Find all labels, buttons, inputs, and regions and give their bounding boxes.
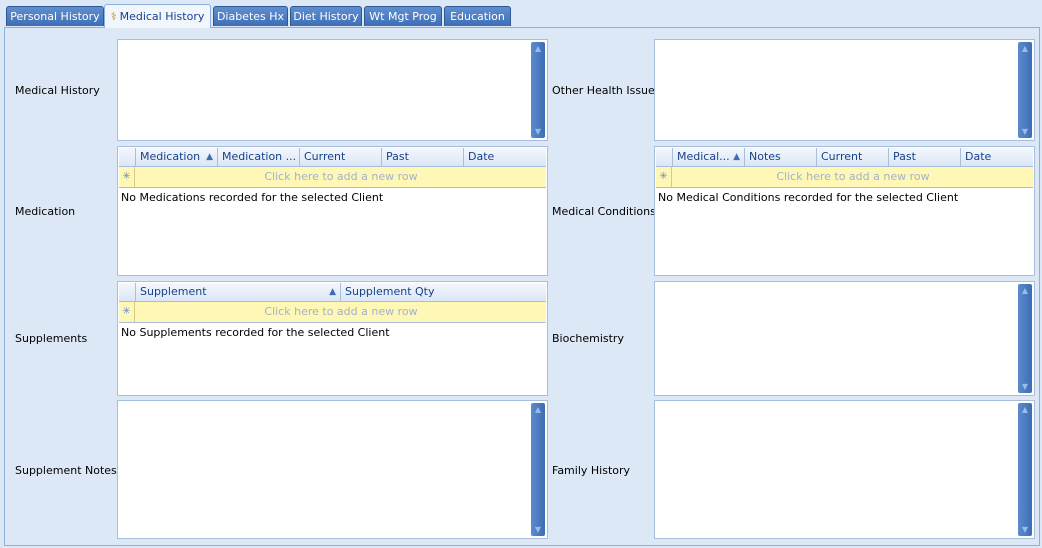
tab-label: Education xyxy=(450,10,505,23)
biochemistry-label: Biochemistry xyxy=(552,332,624,345)
column-header-past[interactable]: Past xyxy=(889,148,961,166)
new-row[interactable]: ✳ Click here to add a new row xyxy=(656,167,1033,188)
tab-label: Diabetes Hx xyxy=(216,10,285,23)
tab-education[interactable]: Education xyxy=(444,6,511,26)
tab-strip: Personal History ⚕ Medical History Diabet… xyxy=(0,0,1042,28)
new-row-prompt[interactable]: Click here to add a new row xyxy=(136,167,546,187)
column-header-medication-detail[interactable]: Medication ... xyxy=(218,148,300,166)
vertical-scrollbar[interactable]: ▲ ▼ xyxy=(1018,42,1032,138)
scroll-down-icon[interactable]: ▼ xyxy=(1018,127,1032,136)
supplements-label: Supplements xyxy=(15,332,88,345)
supplement-notes-label: Supplement Notes xyxy=(15,464,117,477)
tab-label: Medical History xyxy=(119,10,205,23)
new-row-star-icon: ✳ xyxy=(119,167,135,187)
tab-wt-mgt-prog[interactable]: Wt Mgt Prog xyxy=(364,6,442,26)
empty-grid-message: No Medications recorded for the selected… xyxy=(121,191,384,204)
supplement-notes-field[interactable]: ▲ ▼ xyxy=(117,400,548,539)
medical-history-label: Medical History xyxy=(15,84,100,97)
medical-conditions-grid[interactable]: Medical... ▲ Notes Current Past Date ✳ Cl… xyxy=(654,146,1035,276)
scroll-down-icon[interactable]: ▼ xyxy=(1018,525,1032,534)
column-header-notes[interactable]: Notes xyxy=(745,148,817,166)
new-row-star-icon: ✳ xyxy=(656,167,672,187)
biochemistry-field[interactable]: ▲ ▼ xyxy=(654,281,1035,396)
scroll-down-icon[interactable]: ▼ xyxy=(1018,382,1032,391)
empty-grid-message: No Medical Conditions recorded for the s… xyxy=(658,191,959,204)
family-history-field[interactable]: ▲ ▼ xyxy=(654,400,1035,539)
column-header-medication[interactable]: Medication ▲ xyxy=(136,148,218,166)
new-row-prompt[interactable]: Click here to add a new row xyxy=(136,302,546,322)
new-row-prompt[interactable]: Click here to add a new row xyxy=(673,167,1033,187)
column-header-medical-condition[interactable]: Medical... ▲ xyxy=(673,148,745,166)
scroll-up-icon[interactable]: ▲ xyxy=(531,44,545,53)
sort-ascending-icon: ▲ xyxy=(329,287,336,297)
other-health-issues-label: Other Health Issues xyxy=(552,84,661,97)
tab-medical-history[interactable]: ⚕ Medical History xyxy=(104,4,211,28)
family-history-label: Family History xyxy=(552,464,631,477)
tab-label: Personal History xyxy=(10,10,100,23)
row-indicator-header xyxy=(119,148,136,166)
vertical-scrollbar[interactable]: ▲ ▼ xyxy=(531,42,545,138)
medical-conditions-label: Medical Conditions xyxy=(552,205,656,218)
tab-label: Diet History xyxy=(293,10,359,23)
vertical-scrollbar[interactable]: ▲ ▼ xyxy=(531,403,545,536)
supplements-grid[interactable]: Supplement ▲ Supplement Qty ✳ Click here … xyxy=(117,281,548,396)
scroll-up-icon[interactable]: ▲ xyxy=(1018,286,1032,295)
scroll-down-icon[interactable]: ▼ xyxy=(531,525,545,534)
vertical-scrollbar[interactable]: ▲ ▼ xyxy=(1018,403,1032,536)
empty-grid-message: No Supplements recorded for the selected… xyxy=(121,326,390,339)
column-header-past[interactable]: Past xyxy=(382,148,464,166)
sort-ascending-icon: ▲ xyxy=(733,152,740,162)
column-header-current[interactable]: Current xyxy=(817,148,889,166)
medication-grid[interactable]: Medication ▲ Medication ... Current Past … xyxy=(117,146,548,276)
caduceus-icon: ⚕ xyxy=(110,10,117,23)
column-header-supplement[interactable]: Supplement ▲ xyxy=(136,283,341,301)
tab-diet-history[interactable]: Diet History xyxy=(290,6,362,26)
new-row-star-icon: ✳ xyxy=(119,302,135,322)
scroll-down-icon[interactable]: ▼ xyxy=(531,127,545,136)
row-indicator-header xyxy=(656,148,673,166)
sort-ascending-icon: ▲ xyxy=(206,152,213,162)
scroll-up-icon[interactable]: ▲ xyxy=(1018,405,1032,414)
grid-header: Medication ▲ Medication ... Current Past … xyxy=(119,148,546,167)
column-header-date[interactable]: Date xyxy=(961,148,1035,166)
column-header-current[interactable]: Current xyxy=(300,148,382,166)
new-row[interactable]: ✳ Click here to add a new row xyxy=(119,167,546,188)
tab-personal-history[interactable]: Personal History xyxy=(6,6,104,26)
new-row[interactable]: ✳ Click here to add a new row xyxy=(119,302,546,323)
scroll-up-icon[interactable]: ▲ xyxy=(1018,44,1032,53)
tab-label: Wt Mgt Prog xyxy=(369,10,437,23)
medical-history-field[interactable]: ▲ ▼ xyxy=(117,39,548,141)
grid-header: Medical... ▲ Notes Current Past Date xyxy=(656,148,1033,167)
column-header-date[interactable]: Date xyxy=(464,148,548,166)
column-header-supplement-qty[interactable]: Supplement Qty xyxy=(341,283,548,301)
vertical-scrollbar[interactable]: ▲ ▼ xyxy=(1018,284,1032,393)
other-health-issues-field[interactable]: ▲ ▼ xyxy=(654,39,1035,141)
row-indicator-header xyxy=(119,283,136,301)
grid-header: Supplement ▲ Supplement Qty xyxy=(119,283,546,302)
tab-diabetes-hx[interactable]: Diabetes Hx xyxy=(213,6,288,26)
scroll-up-icon[interactable]: ▲ xyxy=(531,405,545,414)
medication-label: Medication xyxy=(15,205,76,218)
